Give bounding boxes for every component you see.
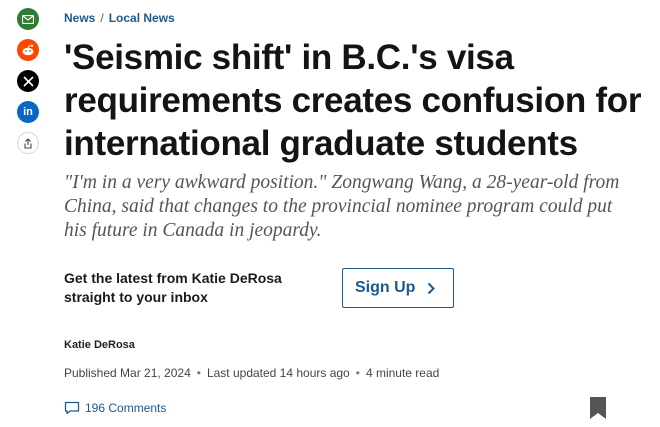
article-headline: 'Seismic shift' in B.C.'s visa requireme… [64, 38, 642, 163]
x-share-button[interactable] [17, 70, 39, 92]
share-icon [24, 137, 32, 149]
bookmark-button[interactable] [590, 397, 606, 424]
newsletter-promo-text: Get the latest from Katie DeRosa straigh… [64, 270, 282, 305]
chevron-right-icon [427, 282, 436, 295]
share-rail: in [17, 8, 39, 163]
meta-separator: • [196, 366, 201, 380]
author-byline[interactable]: Katie DeRosa [64, 339, 135, 351]
x-icon [22, 75, 34, 87]
email-icon [22, 14, 34, 24]
breadcrumb-news-link[interactable]: News [64, 11, 95, 25]
bookmark-icon [590, 397, 606, 419]
reddit-icon [22, 44, 34, 56]
read-time: 4 minute read [365, 366, 440, 380]
comments-link[interactable]: 196 Comments [64, 401, 166, 415]
breadcrumb: News / Local News [64, 11, 175, 25]
reddit-share-button[interactable] [17, 39, 39, 61]
article-deck: "I'm in a very awkward position." Zongwa… [64, 172, 620, 241]
comments-count: 196 Comments [85, 401, 167, 415]
comment-icon [64, 401, 80, 415]
sign-up-label: Sign Up [355, 279, 416, 296]
sign-up-button[interactable]: Sign Up [342, 268, 454, 308]
breadcrumb-local-news-link[interactable]: Local News [109, 11, 175, 25]
more-share-button[interactable] [17, 132, 39, 154]
email-share-button[interactable] [17, 8, 39, 30]
breadcrumb-separator: / [100, 11, 104, 25]
linkedin-share-button[interactable]: in [17, 101, 39, 123]
published-date: Published Mar 21, 2024 [64, 366, 191, 380]
last-updated: Last updated 14 hours ago [206, 366, 350, 380]
linkedin-icon: in [23, 106, 33, 118]
article-meta: Published Mar 21, 2024 • Last updated 14 h… [64, 366, 439, 380]
meta-separator: • [355, 366, 360, 380]
